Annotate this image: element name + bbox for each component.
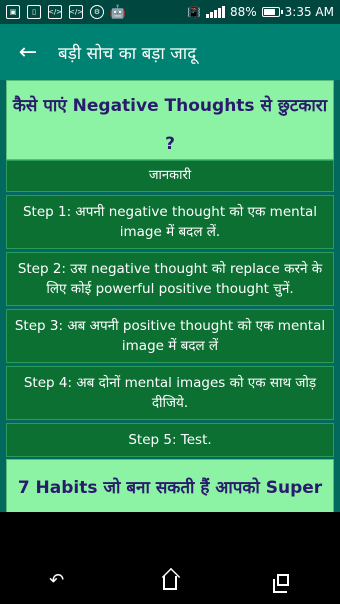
- step-item[interactable]: Step 4: अब दोनों mental images को एक साथ…: [6, 366, 334, 420]
- app-toolbar: ← बड़ी सोच का बड़ा जादू: [0, 24, 340, 80]
- nav-recents-button[interactable]: [253, 560, 313, 600]
- step-item[interactable]: Step 5: Test.: [6, 423, 334, 457]
- step-item[interactable]: Step 3: अब अपनी positive thought को एक m…: [6, 309, 334, 363]
- code-icon: </>: [48, 5, 62, 19]
- navigation-bar: ↶: [0, 556, 340, 604]
- section-heading-card: 7 Habits जो बना सकती हैं आपको Super: [6, 459, 334, 512]
- info-label: जानकारी: [6, 160, 334, 192]
- code-icon: </>: [69, 5, 83, 19]
- notification-icons: ▣ ▯ </> </> ⚙ 🤖: [6, 4, 127, 20]
- vibrate-icon: 📳: [187, 5, 201, 19]
- home-icon: [162, 575, 177, 590]
- settings-icon: ⚙: [90, 5, 104, 19]
- section-heading: कैसे पाएं Negative Thoughts से छुटकारा ?: [12, 96, 328, 154]
- image-icon: ▣: [6, 5, 20, 19]
- clock: 3:35 AM: [284, 5, 334, 19]
- signal-icon: [206, 6, 225, 18]
- nav-home-button[interactable]: [140, 560, 200, 600]
- back-button[interactable]: ←: [0, 24, 56, 80]
- section-heading-card: कैसे पाएं Negative Thoughts से छुटकारा ?: [6, 80, 334, 160]
- tablet-icon: ▯: [27, 5, 41, 19]
- status-bar: ▣ ▯ </> </> ⚙ 🤖 📳 88% 3:35 AM: [0, 0, 340, 24]
- step-item[interactable]: Step 2: उस negative thought को replace क…: [6, 252, 334, 306]
- arrow-back-icon: ←: [18, 39, 38, 65]
- android-icon: 🤖: [109, 4, 127, 20]
- step-list: जानकारी Step 1: अपनी negative thought को…: [6, 160, 334, 457]
- back-nav-icon: ↶: [49, 569, 65, 591]
- section-heading: 7 Habits जो बना सकती हैं आपको Super: [17, 478, 323, 498]
- system-status: 📳 88% 3:35 AM: [187, 5, 334, 19]
- content-scroll[interactable]: कैसे पाएं Negative Thoughts से छुटकारा ?…: [0, 80, 340, 512]
- battery-icon: [261, 7, 283, 17]
- page-title: बड़ी सोच का बड़ा जादू: [58, 43, 197, 64]
- battery-percent: 88%: [230, 5, 257, 19]
- nav-back-button[interactable]: ↶: [27, 560, 87, 600]
- step-item[interactable]: Step 1: अपनी negative thought को एक ment…: [6, 195, 334, 249]
- recents-icon: [273, 574, 290, 593]
